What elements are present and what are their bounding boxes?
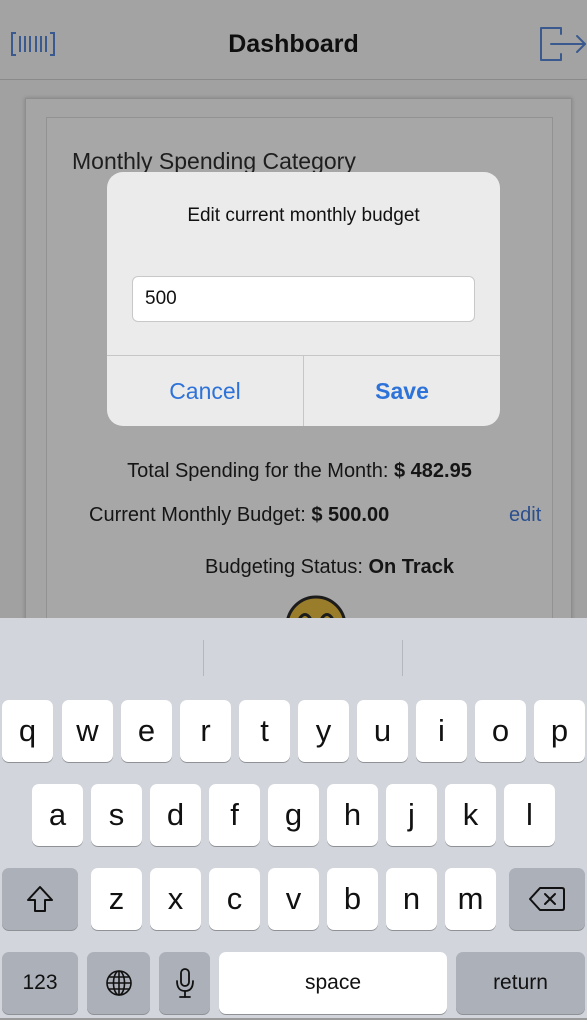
globe-key[interactable] bbox=[87, 952, 150, 1014]
numbers-key[interactable]: 123 bbox=[2, 952, 78, 1014]
current-budget: Current Monthly Budget: $ 500.00 bbox=[89, 504, 389, 527]
key-b[interactable]: b bbox=[327, 868, 378, 930]
key-o[interactable]: o bbox=[475, 700, 526, 762]
current-budget-value: $ 500.00 bbox=[311, 504, 390, 526]
key-l[interactable]: l bbox=[504, 784, 555, 846]
budget-status-label: Budgeting Status: bbox=[205, 556, 369, 578]
nav-bar: Dashboard bbox=[0, 0, 587, 80]
key-z[interactable]: z bbox=[91, 868, 142, 930]
key-j[interactable]: j bbox=[386, 784, 437, 846]
key-w[interactable]: w bbox=[62, 700, 113, 762]
budget-status: Budgeting Status: On Track bbox=[205, 556, 454, 579]
section-title: Monthly Spending Category bbox=[72, 148, 356, 174]
save-button[interactable]: Save bbox=[304, 356, 500, 426]
key-s[interactable]: s bbox=[91, 784, 142, 846]
key-m[interactable]: m bbox=[445, 868, 496, 930]
key-v[interactable]: v bbox=[268, 868, 319, 930]
budget-status-value: On Track bbox=[368, 556, 455, 578]
space-key[interactable]: space bbox=[219, 952, 447, 1014]
key-d[interactable]: d bbox=[150, 784, 201, 846]
total-spending-label: Total Spending for the Month: bbox=[127, 460, 394, 482]
dialog-title: Edit current monthly budget bbox=[187, 205, 420, 226]
key-k[interactable]: k bbox=[445, 784, 496, 846]
key-r[interactable]: r bbox=[180, 700, 231, 762]
prediction-divider bbox=[203, 640, 204, 676]
key-n[interactable]: n bbox=[386, 868, 437, 930]
return-key[interactable]: return bbox=[456, 952, 585, 1014]
total-spending: Total Spending for the Month: $ 482.95 bbox=[47, 460, 552, 483]
edit-budget-link[interactable]: edit bbox=[509, 504, 541, 527]
key-c[interactable]: c bbox=[209, 868, 260, 930]
key-e[interactable]: e bbox=[121, 700, 172, 762]
keyboard: q w e r t y u i o p a s d f g h j k l z … bbox=[0, 618, 587, 1018]
shift-icon bbox=[27, 886, 53, 912]
key-h[interactable]: h bbox=[327, 784, 378, 846]
logout-icon[interactable] bbox=[537, 24, 587, 64]
delete-key[interactable] bbox=[509, 868, 585, 930]
key-i[interactable]: i bbox=[416, 700, 467, 762]
key-q[interactable]: q bbox=[2, 700, 53, 762]
key-t[interactable]: t bbox=[239, 700, 290, 762]
key-g[interactable]: g bbox=[268, 784, 319, 846]
budget-input[interactable] bbox=[132, 276, 475, 322]
key-u[interactable]: u bbox=[357, 700, 408, 762]
key-x[interactable]: x bbox=[150, 868, 201, 930]
total-spending-value: $ 482.95 bbox=[393, 460, 472, 482]
backspace-icon bbox=[529, 887, 565, 911]
cancel-button[interactable]: Cancel bbox=[107, 356, 303, 426]
page-title: Dashboard bbox=[228, 30, 359, 58]
microphone-key[interactable] bbox=[159, 952, 210, 1014]
edit-budget-dialog: Edit current monthly budget Cancel Save bbox=[107, 172, 500, 426]
shift-key[interactable] bbox=[2, 868, 78, 930]
key-a[interactable]: a bbox=[32, 784, 83, 846]
globe-icon bbox=[105, 970, 132, 996]
key-y[interactable]: y bbox=[298, 700, 349, 762]
key-f[interactable]: f bbox=[209, 784, 260, 846]
current-budget-label: Current Monthly Budget: bbox=[89, 504, 312, 526]
key-p[interactable]: p bbox=[534, 700, 585, 762]
microphone-icon bbox=[175, 968, 194, 998]
prediction-divider bbox=[402, 640, 403, 676]
